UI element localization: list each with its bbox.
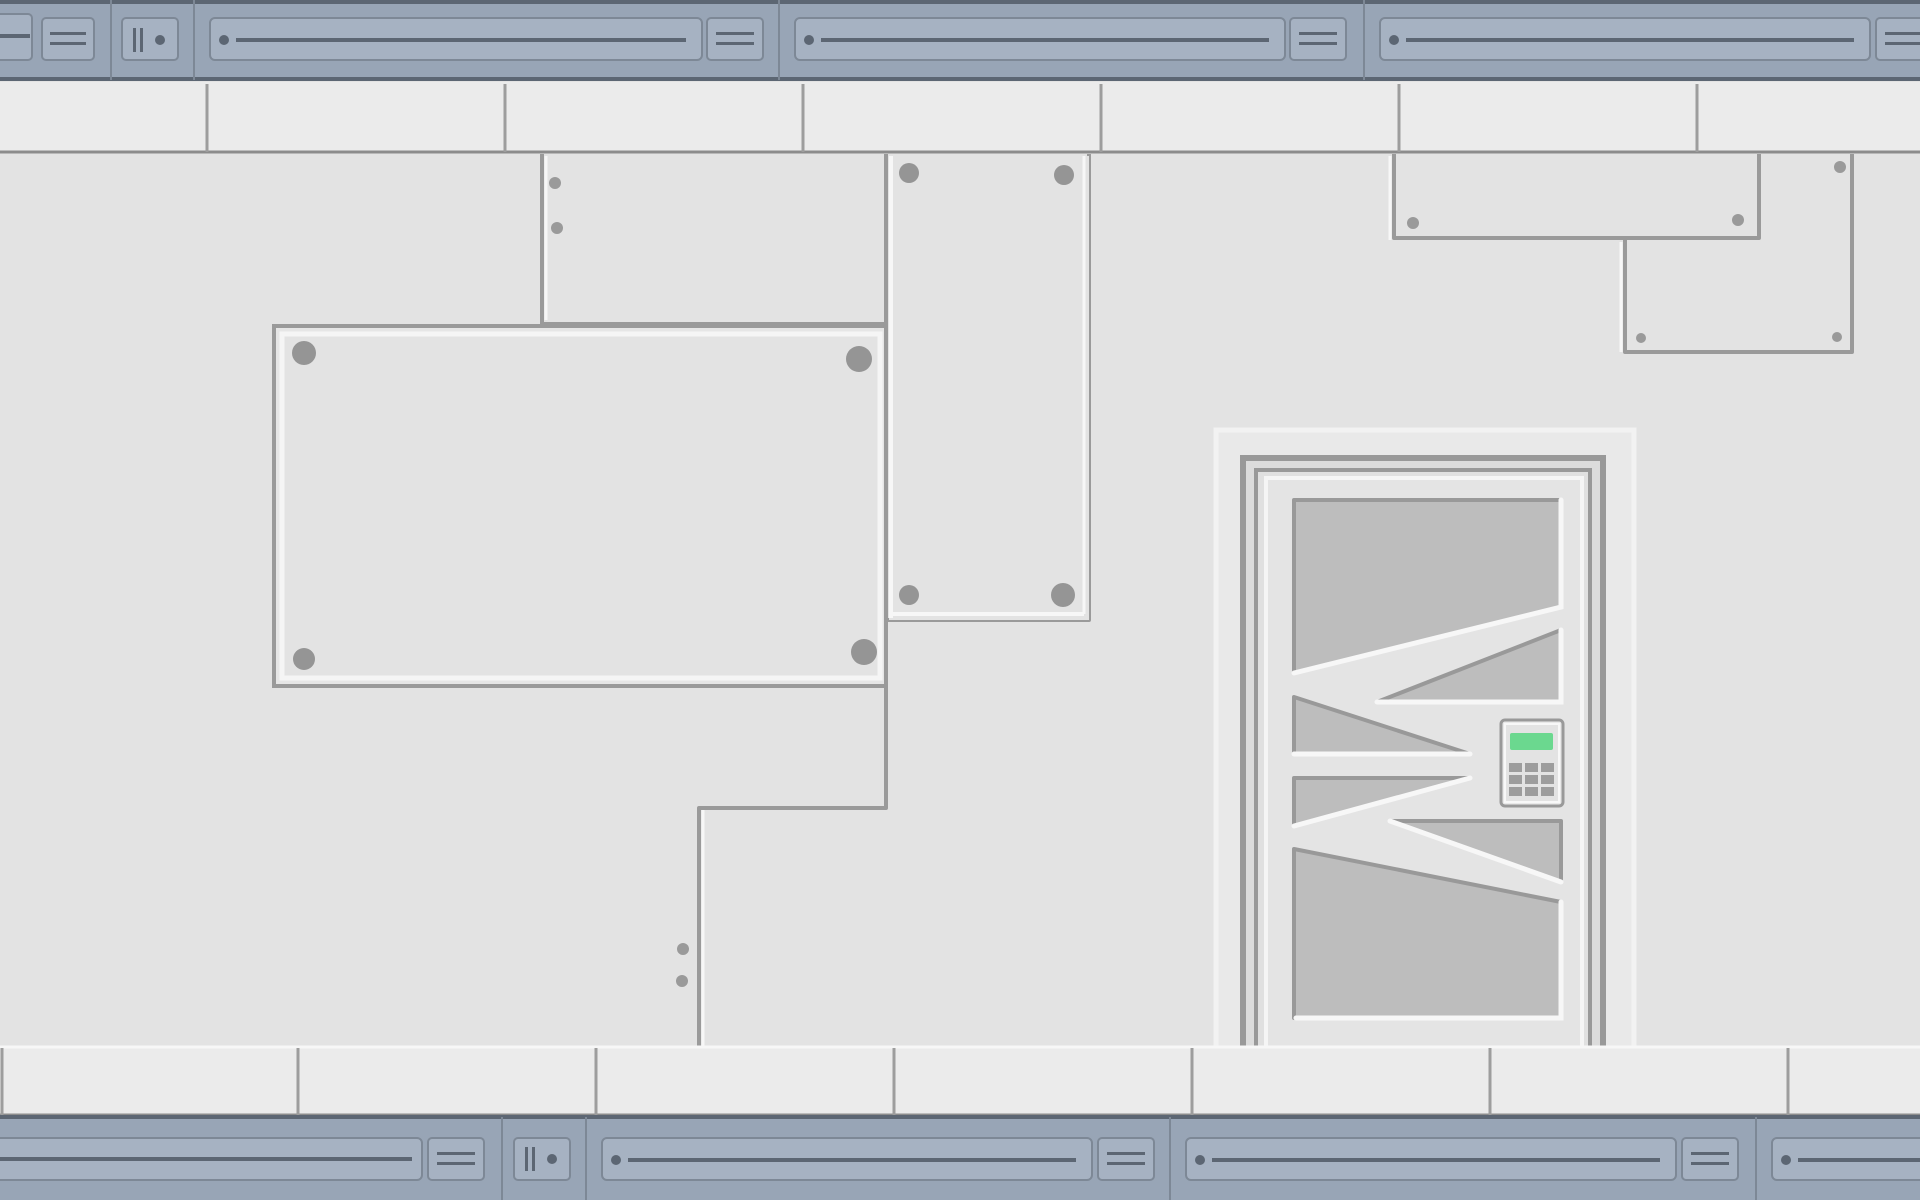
sliding-door[interactable] [1213,427,1637,1053]
rivet [292,341,316,365]
rivet [1732,214,1744,226]
door-keypad[interactable] [1499,718,1565,808]
rivet [1636,333,1646,343]
ceiling-rail-segment [1379,17,1920,61]
rivet [1051,583,1075,607]
rivet [676,975,688,987]
corridor-scene [0,0,1920,1200]
rivet [846,346,872,372]
floor-trim [0,1045,1920,1117]
rivet [551,222,563,234]
wall-plaque-large [272,324,888,688]
rivet [677,943,689,955]
rivet [1832,332,1842,342]
floor-rail-segment [1771,1137,1920,1181]
ceiling-trim [0,82,1920,154]
keypad-screen [1510,733,1553,750]
rivet [899,585,919,605]
rivet [549,177,561,189]
rivet [1834,161,1846,173]
rivet [1054,165,1074,185]
keypad-icon [1509,763,1554,796]
rivet [899,163,919,183]
floor-rail [0,1115,1920,1200]
wall-plaque-tall [889,156,1089,620]
rivet [293,648,315,670]
rivet [851,639,877,665]
rivet [1407,217,1419,229]
ceiling-rail [0,0,1920,81]
